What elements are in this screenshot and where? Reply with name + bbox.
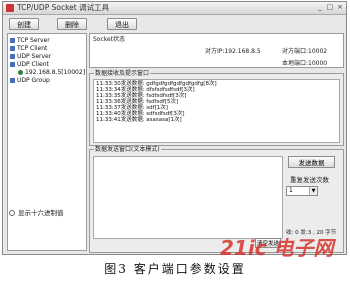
main-panel: Socket状态 对方IP:192.168.8.5 对方端口:10002 本地端… — [89, 33, 344, 253]
client-icon — [10, 46, 15, 51]
send-group-title: 数据发送窗口(文本模式) — [94, 146, 161, 153]
send-textarea[interactable] — [93, 156, 283, 239]
tree-item-udp-client[interactable]: UDP Client — [10, 61, 49, 68]
create-button[interactable]: 创建 — [9, 18, 39, 30]
socket-info-panel: Socket状态 对方IP:192.168.8.5 对方端口:10002 本地端… — [89, 33, 344, 68]
tree-item-connection[interactable]: 192.168.8.5[10002] — [18, 69, 85, 76]
minimize-icon[interactable]: _ — [316, 4, 324, 11]
remote-ip-label: 对方IP:192.168.8.5 — [205, 48, 261, 55]
socket-status-label: Socket状态 — [93, 36, 126, 43]
receive-group-title: 数据接收及提示窗口 — [94, 70, 151, 77]
connection-icon — [18, 70, 23, 75]
remote-port-label: 对方端口:10002 — [282, 48, 328, 55]
repeat-count-label: 重复发送次数 — [290, 176, 329, 184]
window-title: TCP/UDP Socket 调试工具 — [17, 3, 110, 12]
hex-display-option[interactable]: 显示十六进制值 — [9, 209, 64, 217]
tree-item-udp-server[interactable]: UDP Server — [10, 53, 51, 60]
watermark: 21ic 电子网 — [220, 236, 334, 260]
app-window: TCP/UDP Socket 调试工具 _ □ × 创建 删除 退出 TCP S… — [2, 1, 347, 255]
title-bar: TCP/UDP Socket 调试工具 _ □ × — [3, 2, 346, 15]
local-port-label: 本地端口:10000 — [282, 60, 328, 67]
toolbar: 创建 删除 退出 — [3, 15, 346, 32]
close-icon[interactable]: × — [336, 4, 344, 11]
server-icon — [10, 54, 15, 59]
client-icon — [10, 62, 15, 67]
log-line: 11:33:41发送数据: asasasa[1次] — [96, 117, 182, 123]
figure-caption: 图3 客户端口参数设置 — [104, 262, 246, 276]
delete-button[interactable]: 删除 — [57, 18, 87, 30]
maximize-icon[interactable]: □ — [326, 4, 334, 11]
receive-log[interactable]: 11:33:30发送数据: gdfgdfgdfgdfgdfgdfg[8次] 11… — [93, 79, 340, 143]
chevron-down-icon[interactable]: ▼ — [309, 187, 317, 195]
group-icon — [10, 78, 15, 83]
exit-button[interactable]: 退出 — [107, 18, 137, 30]
receive-group: 数据接收及提示窗口 11:33:30发送数据: gdfgdfgdfgdfgdfg… — [89, 70, 344, 146]
tree-item-udp-group[interactable]: UDP Group — [10, 77, 50, 84]
repeat-count-select[interactable]: 1 ▼ — [286, 186, 318, 196]
socket-tree: TCP Server TCP Client UDP Server UDP Cli… — [7, 33, 87, 251]
send-data-button[interactable]: 发送数据 — [288, 156, 335, 168]
server-icon — [10, 38, 15, 43]
app-icon — [6, 4, 14, 12]
hex-radio[interactable] — [9, 210, 15, 216]
tree-item-tcp-server[interactable]: TCP Server — [10, 37, 50, 44]
tree-item-tcp-client[interactable]: TCP Client — [10, 45, 47, 52]
